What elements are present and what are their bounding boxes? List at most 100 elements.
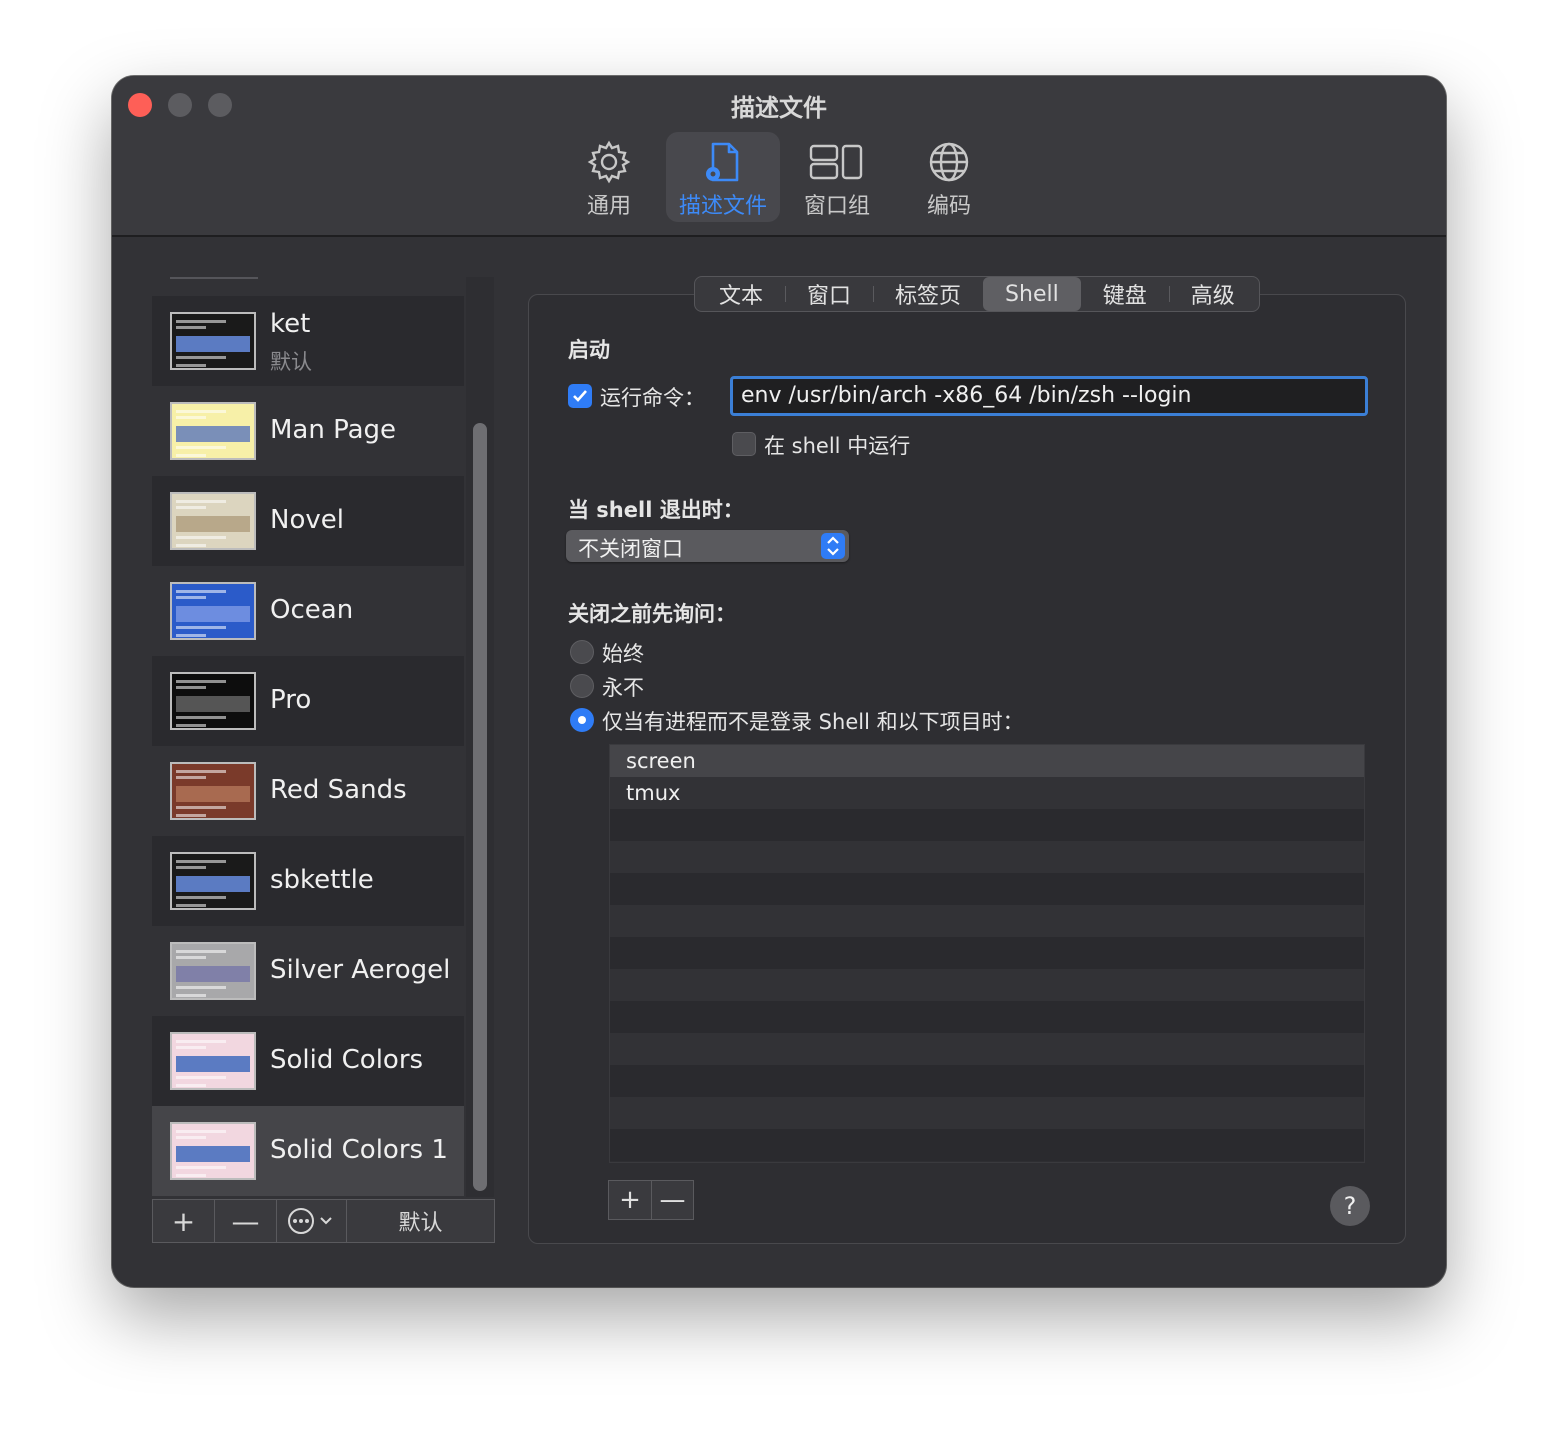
thumbnail-text-line (176, 626, 226, 629)
toolbar-general[interactable]: 通用 (562, 132, 656, 222)
profile-item-ket[interactable]: ket 默认 (152, 296, 464, 386)
profile-item-novel[interactable]: Novel (152, 476, 464, 566)
thumbnail-text-line (176, 956, 206, 959)
thumbnail-text-line (176, 994, 206, 997)
thumbnail-band (176, 1056, 250, 1072)
thumbnail-text-line (176, 410, 226, 413)
profile-thumbnail (170, 942, 256, 1000)
ask-always-radio[interactable] (570, 640, 594, 664)
thumbnail-band (176, 336, 250, 352)
toolbar-profiles[interactable]: 描述文件 (666, 132, 780, 222)
thumbnail-band (176, 696, 250, 712)
toolbar-general-label: 通用 (586, 194, 631, 219)
globe-icon (929, 142, 969, 182)
thumbnail-text-line (176, 454, 206, 457)
tab-window[interactable]: 窗口 (785, 277, 873, 311)
profile-item-solid-colors-1[interactable]: Solid Colors 1 (152, 1106, 464, 1196)
toolbar-window-groups[interactable]: 窗口组 (790, 132, 884, 222)
profile-item-silver-aerogel[interactable]: Silver Aerogel (152, 926, 464, 1016)
ask-never-radio[interactable] (570, 674, 594, 698)
profiles-list-area: ket 默认 Man Page Novel Ocean Pro Red Sand… (152, 277, 495, 1197)
profile-thumbnail (170, 312, 256, 370)
checkmark-icon (573, 390, 587, 402)
run-command-input[interactable]: env /usr/bin/arch -x86_64 /bin/zsh --log… (730, 376, 1368, 416)
profile-thumbnail (170, 672, 256, 730)
table-row (610, 873, 1364, 905)
window-title: 描述文件 (731, 94, 827, 122)
ask-if-processes-radio[interactable] (570, 708, 594, 732)
toolbar-encoding[interactable]: 编码 (902, 132, 996, 222)
ask-never-label: 永不 (602, 676, 644, 700)
profile-thumbnail (170, 1032, 256, 1090)
profile-name: ket (270, 309, 311, 339)
thumbnail-band (176, 426, 250, 442)
profile-thumbnail (170, 762, 256, 820)
thumbnail-text-line (176, 1136, 206, 1139)
run-in-shell-checkbox[interactable] (732, 432, 756, 456)
remove-process-button[interactable]: — (651, 1181, 693, 1219)
tab-advanced[interactable]: 高级 (1168, 277, 1257, 311)
thumbnail-text-line (176, 904, 206, 907)
thumbnail-text-line (176, 866, 206, 869)
profile-item-pro[interactable]: Pro (152, 656, 464, 746)
thumbnail-text-line (176, 326, 206, 329)
thumbnail-text-line (176, 1130, 226, 1133)
thumbnail-text-line (176, 680, 226, 683)
thumbnail-text-line (176, 686, 206, 689)
preferences-window: 描述文件 通用 描述文件 窗口组 编码 ket 默认 Man Page Nove… (112, 76, 1446, 1287)
gear-icon (587, 140, 631, 184)
thumbnail-text-line (176, 1174, 206, 1177)
process-row-tmux[interactable]: tmux (610, 777, 1364, 809)
toolbar-profiles-label: 描述文件 (678, 194, 767, 219)
thumbnail-text-line (176, 356, 226, 359)
profile-item-red-sands[interactable]: Red Sands (152, 746, 464, 836)
thumbnail-text-line (176, 544, 206, 547)
remove-profile-button[interactable]: — (215, 1200, 277, 1242)
thumbnail-text-line (176, 860, 226, 863)
thumbnail-text-line (176, 986, 226, 989)
thumbnail-text-line (176, 806, 226, 809)
thumbnail-text-line (176, 634, 206, 637)
tab-keyboard[interactable]: 键盘 (1081, 277, 1169, 311)
add-profile-button[interactable]: + (153, 1200, 215, 1242)
profile-item-ocean[interactable]: Ocean (152, 566, 464, 656)
run-command-checkbox[interactable] (568, 384, 592, 408)
profiles-scrollbar-thumb[interactable] (473, 423, 487, 1191)
profile-name: Solid Colors (270, 1045, 424, 1075)
add-process-button[interactable]: + (609, 1181, 651, 1219)
profile-actions-menu-button[interactable] (277, 1200, 347, 1242)
ask-always-label: 始终 (602, 642, 644, 666)
tab-tabs[interactable]: 标签页 (873, 277, 983, 311)
help-button[interactable]: ? (1330, 1186, 1370, 1226)
thumbnail-text-line (176, 320, 226, 323)
profiles-list[interactable]: ket 默认 Man Page Novel Ocean Pro Red Sand… (152, 296, 464, 1196)
thumbnail-text-line (176, 364, 206, 367)
on-exit-heading: 当 shell 退出时： (568, 498, 744, 522)
table-row (610, 1033, 1364, 1065)
on-exit-popup[interactable]: 不关闭窗口 (566, 530, 849, 562)
thumbnail-text-line (176, 896, 226, 899)
thumbnail-text-line (176, 770, 226, 773)
set-default-profile-button[interactable]: 默认 (347, 1200, 494, 1242)
table-row (610, 1097, 1364, 1129)
process-list[interactable]: screen tmux (609, 744, 1365, 1163)
thumbnail-band (176, 1146, 250, 1162)
thumbnail-text-line (176, 776, 206, 779)
profile-item-sbkettle[interactable]: sbkettle (152, 836, 464, 926)
on-exit-selected-value: 不关闭窗口 (578, 537, 683, 561)
profile-item-solid-colors[interactable]: Solid Colors (152, 1016, 464, 1106)
thumbnail-text-line (176, 716, 226, 719)
ask-if-processes-label: 仅当有进程而不是登录 Shell 和以下项目时： (602, 710, 1024, 734)
process-row-screen[interactable]: screen (610, 745, 1364, 777)
thumbnail-text-line (176, 1040, 226, 1043)
thumbnail-text-line (176, 416, 206, 419)
table-row (610, 1001, 1364, 1033)
thumbnail-text-line (176, 950, 226, 953)
process-list-buttons: + — (608, 1180, 694, 1220)
more-options-icon (287, 1208, 332, 1234)
profile-item-man-page[interactable]: Man Page (152, 386, 464, 476)
profile-name: Novel (270, 505, 344, 535)
tab-shell[interactable]: Shell (983, 277, 1081, 311)
tab-text[interactable]: 文本 (697, 277, 785, 311)
toolbar-window-groups-label: 窗口组 (803, 194, 870, 219)
